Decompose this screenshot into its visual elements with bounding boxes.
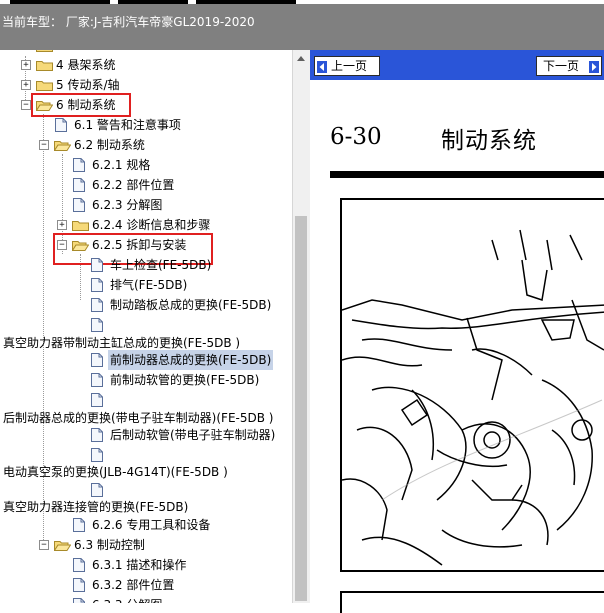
tree-item-label: 6.3.3 分解图 [92,595,162,603]
tree-scrollbar[interactable] [292,50,310,603]
tree-item-bleeding[interactable]: 排气(FE-5DB) [0,275,290,295]
tree-item-label: 6.2.2 部件位置 [92,178,175,192]
brake-illustration [340,198,604,572]
toc-tree[interactable]: + 4 悬架系统 + 5 传动系/轴 − 6 制动系统 6.1 警告和注意事项 … [0,50,292,603]
page-title: 制动系统 [441,128,537,154]
folder-icon [36,50,53,52]
tree-item-vacuum-booster-hose[interactable]: 真空助力器连接管的更换(FE-5DB) [0,497,290,517]
tree-item-label: 车上检查(FE-5DB) [110,258,212,272]
document-icon [91,448,103,462]
collapse-icon[interactable]: − [39,140,49,150]
tree-item-warnings[interactable]: 6.1 警告和注意事项 [0,115,290,135]
vehicle-header-bar: 当前车型： 厂家:J-吉利汽车帝豪GL2019-2020 [0,4,604,50]
document-icon [91,428,103,442]
tree-item-electric-vacuum-pump[interactable]: 电动真空泵的更换(JLB-4G14T)(FE-5DB ) [0,462,290,482]
folder-icon [36,79,53,91]
tree-item-label: 6.3.1 描述和操作 [92,558,187,572]
tree-item-label-selected: 前制动器总成的更换(FE-5DB) [108,350,274,370]
tree-item-label: 6.1 警告和注意事项 [74,118,181,132]
arrow-right-icon [589,60,599,73]
folder-icon [36,59,53,71]
tree-item-special-tools[interactable]: 6.2.6 专用工具和设备 [0,515,290,535]
tree-item-label: 电动真空泵的更换(JLB-4G14T)(FE-5DB ) [3,465,228,479]
document-icon [91,318,103,332]
tree-item-suspension[interactable]: + 4 悬架系统 [0,55,290,75]
tree-item-front-brake-hose[interactable]: 前制动软管的更换(FE-5DB) [0,370,290,390]
next-page-label: 下一页 [543,59,580,73]
tree-item-untitled[interactable] [0,390,290,410]
collapse-icon[interactable]: − [21,100,31,110]
document-icon [91,353,103,367]
document-icon [91,483,103,497]
highlight-box [31,93,131,117]
scrollbar-thumb[interactable] [295,216,307,601]
tree-item-label: 前制动软管的更换(FE-5DB) [110,373,260,387]
tree-item-label: 6.3 制动控制 [74,538,145,552]
expand-icon[interactable]: + [21,60,31,70]
tree-item-untitled[interactable] [0,315,290,335]
tree-item-label: 5 传动系/轴 [56,78,120,92]
tree-item-label: 后制动软管(带电子驻车制动器) [110,428,276,442]
document-icon [91,258,103,272]
prev-page-label: 上一页 [331,59,368,73]
document-icon [73,598,85,603]
current-model-caption: 当前车型： 厂家:J-吉利汽车帝豪GL2019-2020 [2,15,255,29]
tree-item-front-brake[interactable]: 前制动器总成的更换(FE-5DB) [0,350,290,370]
tree-item-label: 4 悬架系统 [56,58,116,72]
page-nav-bar: 上一页 下一页 [310,50,604,80]
tree-item-specs[interactable]: 6.2.1 规格 [0,155,290,175]
tree-item-label: 排气(FE-5DB) [110,278,188,292]
open-folder-icon [54,139,71,151]
tree-item-component-locations[interactable]: 6.2.2 部件位置 [0,175,290,195]
collapse-icon[interactable]: − [39,540,49,550]
expand-icon[interactable]: + [21,80,31,90]
document-icon [73,518,85,532]
next-illustration-frame [340,591,604,613]
tree-item-label: 6.2.6 专用工具和设备 [92,518,211,532]
document-icon [73,178,85,192]
document-icon [91,373,103,387]
open-folder-icon [54,539,71,551]
scroll-up-icon[interactable] [297,56,305,61]
tree-item-exploded-view[interactable]: 6.2.3 分解图 [0,195,290,215]
arrow-left-icon [317,60,327,73]
tree-item-brake-control[interactable]: − 6.3 制动控制 [0,535,290,555]
page-number: 6-30 [330,124,382,150]
document-icon [55,118,67,132]
document-icon [91,278,103,292]
tree-item-description-operation[interactable]: 6.3.1 描述和操作 [0,555,290,575]
folder-icon [72,219,89,231]
document-viewer: 上一页 下一页 6-30 制动系统 [310,50,604,613]
tree-item-label: 真空助力器连接管的更换(FE-5DB) [3,500,189,514]
tree-item-label: 6.2 制动系统 [74,138,145,152]
tree-item-label: 6.3.2 部件位置 [92,578,175,592]
document-icon [73,558,85,572]
tree-item-label: 制动踏板总成的更换(FE-5DB) [110,298,272,312]
tree-item-brake-subsystem[interactable]: − 6.2 制动系统 [0,135,290,155]
tree-item-component-locations-2[interactable]: 6.3.2 部件位置 [0,575,290,595]
tree-item-label: 6.2.1 规格 [92,158,151,172]
next-page-button[interactable]: 下一页 [536,56,602,76]
header-rule [330,171,604,178]
tree-item-brake-pedal[interactable]: 制动踏板总成的更换(FE-5DB) [0,295,290,315]
tree-item-label: 6.2.3 分解图 [92,198,163,212]
document-icon [73,158,85,172]
tree-item-diagnostics[interactable]: + 6.2.4 诊断信息和步骤 [0,215,290,235]
tree-item-onboard-check[interactable]: 车上检查(FE-5DB) [0,255,290,275]
tree-item-exploded-view-2[interactable]: 6.3.3 分解图 [0,595,290,603]
tree-item-label: 6.2.4 诊断信息和步骤 [92,218,211,232]
prev-page-button[interactable]: 上一页 [314,56,380,76]
tree-item-driveline[interactable]: + 5 传动系/轴 [0,75,290,95]
engine-bay-drawing [342,229,604,566]
document-icon [91,393,103,407]
document-icon [91,298,103,312]
document-icon [73,198,85,212]
tree-item-rear-brake-hose[interactable]: 后制动软管(带电子驻车制动器) [0,425,290,445]
expand-icon[interactable]: + [57,220,67,230]
document-icon [73,578,85,592]
